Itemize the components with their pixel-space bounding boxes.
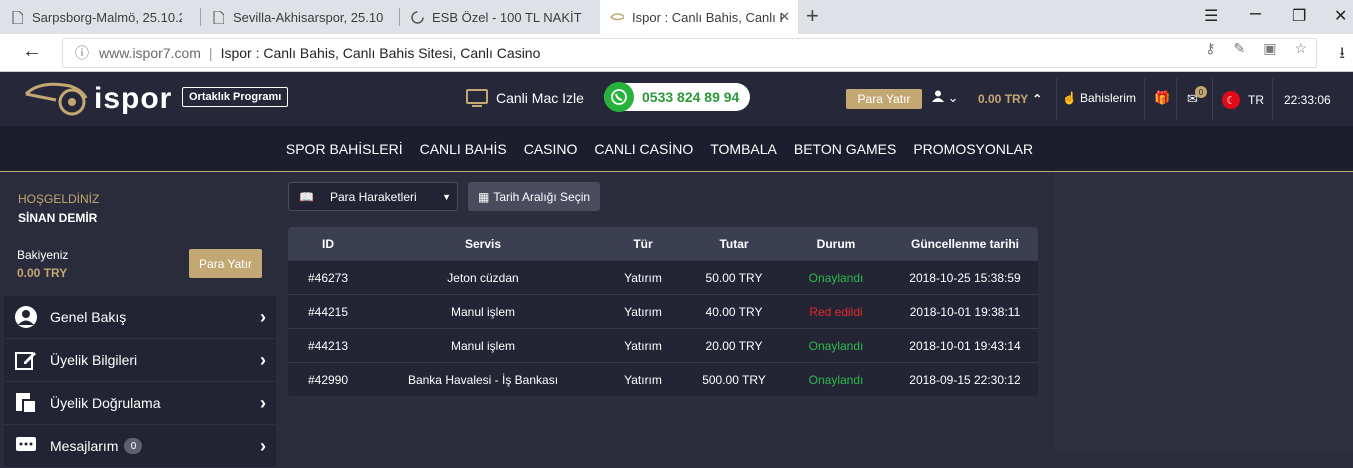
chevron-up-icon: ⌃: [1032, 92, 1043, 106]
messages-icon: [14, 434, 38, 458]
edit-icon: [14, 348, 38, 372]
status-badge: Red edildi: [809, 304, 863, 319]
whatsapp-icon: [604, 82, 634, 112]
browser-tab-2[interactable]: Sevilla-Akhisarspor, 25.10.20: [201, 0, 399, 34]
back-button[interactable]: ←: [22, 40, 42, 63]
account-sidebar: HOŞGELDİNİZ SİNAN DEMİR Bakiyeniz 0.00 T…: [0, 172, 276, 468]
close-tab-icon[interactable]: ✕: [779, 9, 790, 25]
menu-membership-info[interactable]: Üyelik Bilgileri ›: [4, 339, 276, 382]
nav-tombala[interactable]: TOMBALA: [710, 141, 777, 157]
welcome-label: HOŞGELDİNİZ: [18, 192, 100, 206]
browser-tab-3[interactable]: ESB Özel - 100 TL NAKİT ÖDÜ: [400, 0, 598, 34]
menu-icon[interactable]: ☰: [1204, 6, 1218, 26]
site-header: ispor Ortaklık Programı Canli Mac Izle 0…: [0, 72, 1353, 126]
chevron-right-icon: ›: [260, 436, 266, 456]
gift-icon[interactable]: 🎁: [1154, 90, 1170, 106]
omnibox-icons: ⚷ ✎ ▣ ☆: [1205, 40, 1307, 57]
balance-value: 0.00 TRY: [17, 266, 68, 280]
table-row[interactable]: #44213 Manul işlem Yatırım 20.00 TRY Ona…: [288, 328, 1038, 362]
page-icon: [211, 10, 225, 24]
nav-beton-games[interactable]: BETON GAMES: [794, 141, 896, 157]
logo[interactable]: ispor: [24, 80, 172, 118]
account-menu: Genel Bakış › Üyelik Bilgileri › Üyelik …: [4, 296, 276, 468]
nav-sports[interactable]: SPOR BAHİSLERİ: [286, 141, 403, 157]
language-selector[interactable]: TR: [1248, 93, 1264, 107]
ispor-favicon: [610, 10, 624, 24]
username: SİNAN DEMİR: [18, 211, 98, 225]
transactions-table: ID Servis Tür Tutar Durum Güncellenme ta…: [288, 227, 1038, 396]
loading-icon: [410, 10, 424, 24]
status-badge: Onaylandı: [808, 338, 864, 353]
page-icon: [10, 10, 24, 24]
clock: 22:33:06: [1284, 93, 1331, 107]
address-bar-area: ← ⓘ www.ispor7.com | Ispor : Canlı Bahis…: [0, 34, 1353, 72]
main-nav: SPOR BAHİSLERİ CANLI BAHİS CASINO CANLI …: [0, 126, 1353, 172]
whistle-logo-icon: [24, 82, 88, 116]
nav-live-betting[interactable]: CANLI BAHİS: [420, 141, 507, 157]
nav-casino[interactable]: CASINO: [524, 141, 578, 157]
right-panel: [1052, 172, 1353, 451]
sidebar-deposit-button[interactable]: Para Yatır: [189, 249, 262, 278]
turkey-flag-icon[interactable]: ☾: [1222, 91, 1240, 109]
hand-icon: ☝: [1062, 91, 1077, 105]
menu-overview[interactable]: Genel Bakış ›: [4, 296, 276, 339]
star-icon[interactable]: ☆: [1294, 40, 1307, 57]
info-icon[interactable]: ⓘ: [75, 43, 89, 63]
id-verify-icon: [14, 391, 38, 415]
balance-label: Bakiyeniz: [17, 248, 69, 262]
table-row[interactable]: #42990 Banka Havalesi - İş Bankası Yatır…: [288, 362, 1038, 396]
key-icon[interactable]: ⚷: [1205, 40, 1215, 57]
transaction-type-select[interactable]: 📖 Para Haraketleri ▼: [288, 182, 458, 211]
status-badge: Onaylandı: [808, 372, 864, 387]
whatsapp-contact[interactable]: 0533 824 89 94: [604, 82, 750, 112]
nav-live-casino[interactable]: CANLI CASİNO: [594, 141, 693, 157]
book-icon: 📖: [299, 189, 314, 204]
user-menu-icon[interactable]: ⌄: [932, 90, 959, 106]
calendar-icon: ▦: [477, 189, 490, 204]
status-badge: Onaylandı: [808, 270, 864, 285]
menu-messages[interactable]: Mesajlarım 0 ›: [4, 425, 276, 468]
table-header: ID Servis Tür Tutar Durum Güncellenme ta…: [288, 227, 1038, 260]
tv-icon: [466, 89, 488, 107]
close-window-button[interactable]: ✕: [1334, 6, 1347, 26]
browser-tab-1[interactable]: Sarpsborg-Malmö, 25.10.201: [0, 0, 200, 34]
partner-program-button[interactable]: Ortaklık Programı: [182, 87, 289, 107]
user-circle-icon: [14, 305, 38, 329]
new-tab-button[interactable]: +: [806, 3, 819, 29]
browser-tab-active[interactable]: Ispor : Canlı Bahis, Canlı B ✕: [600, 0, 798, 34]
pen-icon[interactable]: ✎: [1233, 40, 1245, 57]
lock-icon[interactable]: ▣: [1263, 40, 1276, 57]
messages-count-badge: 0: [124, 438, 143, 454]
chevron-right-icon: ›: [260, 307, 266, 327]
chevron-right-icon: ›: [260, 350, 266, 370]
header-deposit-button[interactable]: Para Yatır: [846, 89, 922, 109]
minimize-button[interactable]: –: [1250, 2, 1261, 25]
date-range-button[interactable]: ▦ Tarih Aralığı Seçin: [468, 182, 600, 211]
live-tv-link[interactable]: Canli Mac Izle: [466, 89, 584, 107]
chevron-right-icon: ›: [260, 393, 266, 413]
nav-promotions[interactable]: PROMOSYONLAR: [913, 141, 1033, 157]
transactions-panel: 📖 Para Haraketleri ▼ ▦ Tarih Aralığı Seç…: [276, 172, 1052, 451]
menu-verification[interactable]: Üyelik Doğrulama ›: [4, 382, 276, 425]
mail-count-badge: 0: [1195, 86, 1207, 98]
restore-button[interactable]: ❐: [1292, 6, 1306, 26]
caret-down-icon: ▼: [442, 192, 451, 202]
browser-tab-strip: Sarpsborg-Malmö, 25.10.201 Sevilla-Akhis…: [0, 0, 1353, 34]
download-icon[interactable]: ⭳: [1339, 42, 1345, 69]
header-balance[interactable]: 0.00 TRY ⌃: [978, 92, 1042, 106]
my-bets-link[interactable]: ☝ Bahislerim: [1062, 91, 1136, 105]
url-field[interactable]: ⓘ www.ispor7.com | Ispor : Canlı Bahis, …: [62, 38, 1317, 68]
table-row[interactable]: #44215 Manul işlem Yatırım 40.00 TRY Red…: [288, 294, 1038, 328]
table-row[interactable]: #46273 Jeton cüzdan Yatırım 50.00 TRY On…: [288, 260, 1038, 294]
